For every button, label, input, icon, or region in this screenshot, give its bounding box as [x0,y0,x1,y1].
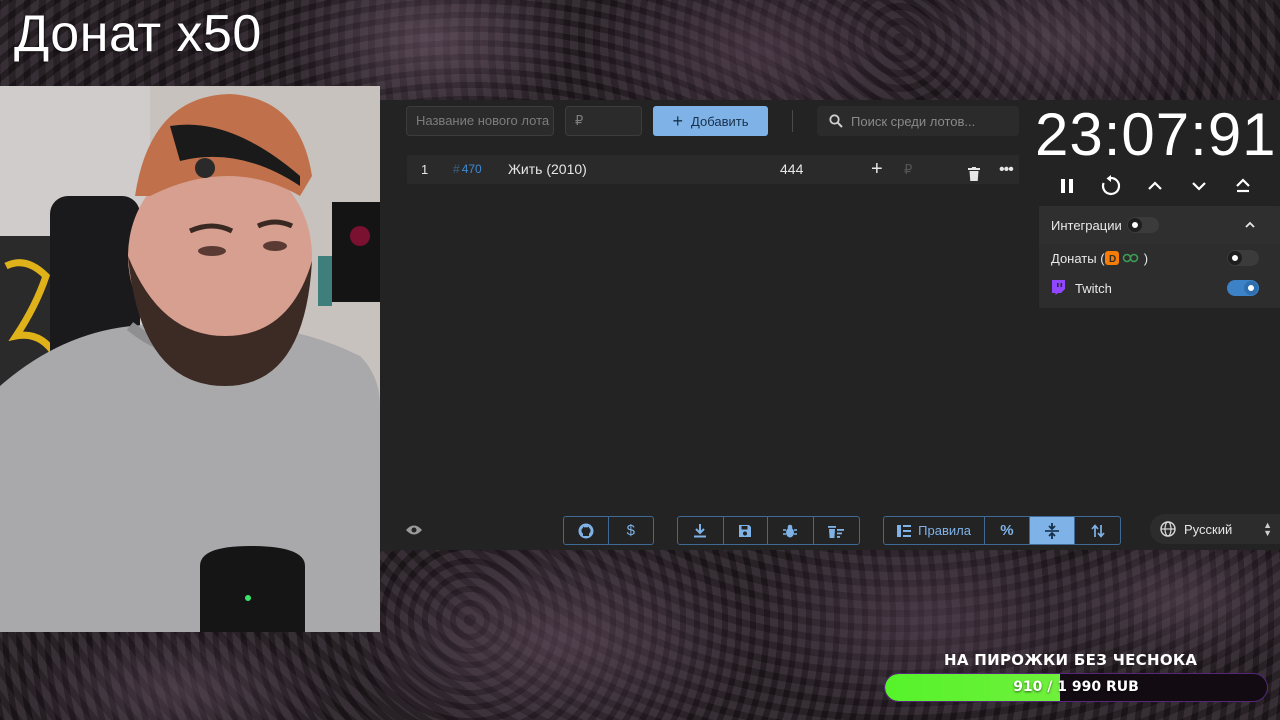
rules-button[interactable]: Правила [884,517,986,544]
lot-name[interactable]: Жить (2010) [508,155,587,184]
clear-lots-button[interactable] [814,517,859,544]
search-icon [829,114,843,128]
donations-label-prefix: Донаты ( [1051,251,1105,266]
integrations-label: Интеграции [1051,218,1122,233]
language-select[interactable]: Русский ▲ ▼ [1150,514,1280,544]
rules-button-label: Правила [918,523,971,538]
more-options-icon[interactable]: ••• [999,155,1014,184]
lot-search-input[interactable]: Поиск среди лотов... [817,106,1019,136]
lot-row[interactable]: 1 #470 Жить (2010) 444 + ₽ ••• [407,155,1019,184]
timer-subtract-time-button[interactable] [1187,174,1211,198]
pause-icon [1061,179,1073,193]
auction-timer: 23:07:91 [1035,101,1277,168]
add-lot-button-label: Добавить [691,113,749,129]
donations-toggle[interactable] [1227,250,1259,266]
donationalerts-icon: D [1104,251,1119,265]
globe-icon [1160,521,1176,537]
links-button-group: $ [563,516,654,545]
eye-icon[interactable] [406,524,422,536]
integrations-toggle[interactable] [1127,217,1159,233]
lot-search-placeholder: Поиск среди лотов... [851,113,976,129]
chevron-up-icon [1148,181,1162,190]
new-lot-amount-placeholder: ₽ [575,113,584,128]
donation-goal-bar: 910 / 1 990 RUB [884,673,1268,702]
chevron-down-icon [1192,182,1206,191]
donate-dollar-button[interactable]: $ [609,517,654,544]
auction-app: Название нового лота ₽ + Добавить Поиск … [380,100,1280,550]
new-lot-name-placeholder: Название нового лота [416,113,550,128]
swap-vertical-icon [1091,523,1105,538]
toggle-knob [1244,281,1258,295]
donation-goal-progress-text: 910 / 1 990 RUB [1013,679,1139,695]
reset-timer-button[interactable] [1099,174,1123,198]
add-lot-button[interactable]: + Добавить [653,106,768,136]
dollar-icon: $ [626,522,635,539]
plus-icon: + [672,111,684,131]
svg-text:D: D [1109,254,1116,265]
data-button-group [677,516,860,545]
twitch-toggle[interactable] [1227,280,1259,296]
toggle-knob [1128,218,1142,232]
donation-goal-title: НА ПИРОЖКИ БЕЗ ЧЕСНОКА [944,651,1198,669]
twitch-icon [1052,280,1065,295]
integrations-panel: Интеграции Донаты ( D ) Twitch [1039,206,1280,308]
lot-id-number: 470 [461,162,482,176]
save-button[interactable] [724,517,769,544]
twitch-label: Twitch [1075,281,1112,296]
timer-add-time-button[interactable] [1143,174,1167,198]
delete-lot-button[interactable] [968,162,980,191]
toggle-knob [1228,251,1242,265]
percent-icon: % [1000,522,1014,539]
webcam-feed [0,86,380,632]
download-icon [694,523,707,537]
toolbar-divider [792,110,793,132]
double-chevron-up-icon [1236,178,1250,193]
sort-button[interactable] [1075,517,1120,544]
bug-icon [783,524,798,537]
overlay-title: Донат x50 [14,5,262,63]
language-select-value: Русский [1184,521,1233,537]
github-button[interactable] [564,517,609,544]
donations-label: Донаты ( D ) [1051,251,1148,266]
download-button[interactable] [678,517,724,544]
timer-controls [1055,174,1255,198]
donations-label-suffix: ) [1140,251,1149,266]
lot-add-amount-button[interactable]: + [871,155,883,184]
github-icon [578,523,594,538]
lot-position: 1 [421,162,429,177]
lot-id-hash: # [453,162,460,176]
new-lot-name-input[interactable]: Название нового лота [406,106,554,136]
view-button-group: Правила % [883,516,1121,545]
delete-sweep-icon [828,525,845,538]
pause-button[interactable] [1055,174,1079,198]
save-icon [739,524,752,537]
lot-id[interactable]: #470 [453,155,482,184]
rules-icon [897,524,912,537]
new-lot-amount-input[interactable]: ₽ [565,106,642,136]
lot-extra-amount-input[interactable]: ₽ [904,155,912,184]
chevron-up-icon[interactable] [1244,220,1256,230]
link-icon [1122,253,1139,263]
chevron-up-down-icon: ▲ ▼ [1263,520,1272,538]
streamer-video [0,86,380,632]
trash-icon [968,167,980,181]
report-bug-button[interactable] [768,517,814,544]
timer-double-time-button[interactable] [1231,174,1255,198]
restart-icon [1101,175,1121,196]
lot-amount[interactable]: 444 [780,155,803,184]
compact-view-button[interactable] [1029,517,1076,544]
vertical-align-center-icon [1045,522,1060,539]
percentage-button[interactable]: % [985,517,1030,544]
